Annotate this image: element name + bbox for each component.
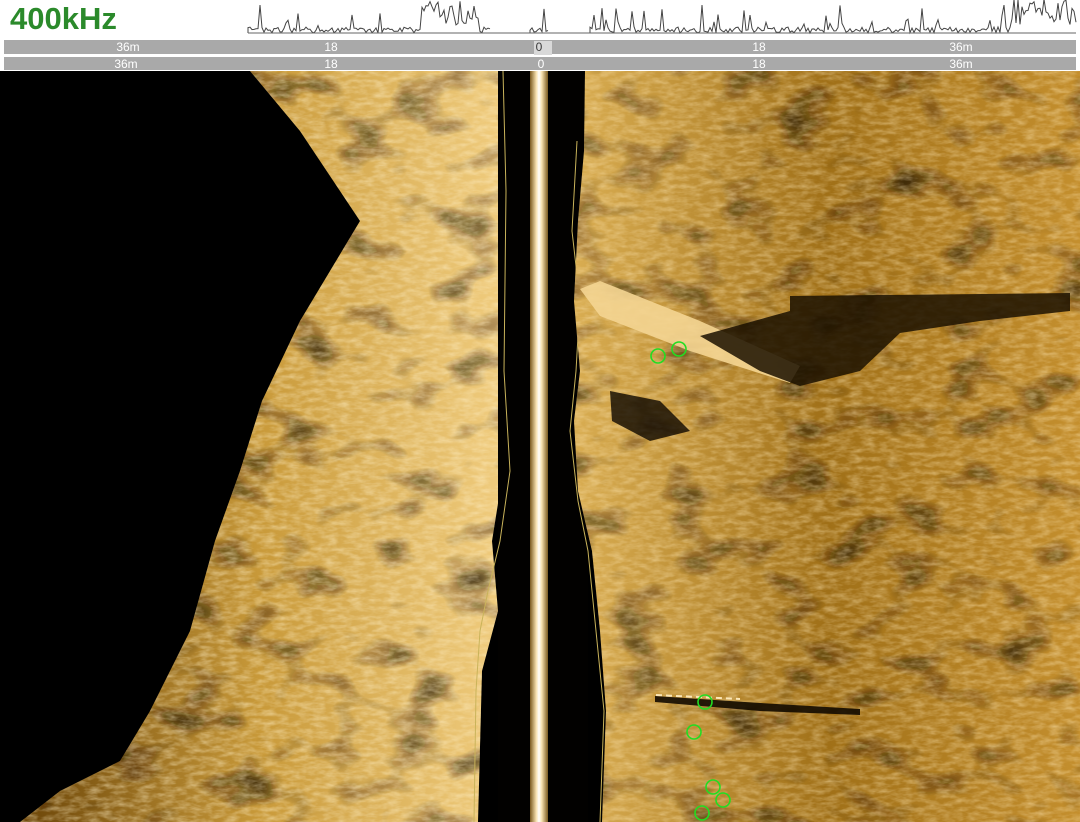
left-water-column [498, 71, 530, 822]
side-scan-sonar-view[interactable] [0, 71, 1080, 822]
nadir-track-line [530, 71, 548, 822]
range-label: 0 [535, 40, 543, 54]
range-label: 18 [324, 57, 338, 71]
range-label: 18 [752, 57, 766, 71]
sonar-image [20, 71, 1080, 822]
range-scale-track: 36m 18 0 18 36m [4, 57, 1076, 71]
waveform-trace [529, 8, 549, 34]
frequency-label: 400kHz [10, 1, 117, 36]
waveform-trace [589, 0, 1077, 35]
range-scale-track: 36m 18 0 18 36m [4, 40, 1076, 55]
range-label: 36m [114, 57, 138, 71]
echo-waveform-strip: 400kHz [0, 0, 1080, 38]
range-scale-top[interactable]: 36m 18 0 18 36m [0, 38, 1080, 55]
range-label: 36m [116, 40, 140, 54]
waveform-trace [247, 0, 491, 34]
range-label: 0 [537, 57, 545, 71]
range-label: 18 [324, 40, 338, 54]
range-label: 36m [949, 57, 973, 71]
range-scale-bottom[interactable]: 36m 18 0 18 36m [0, 55, 1080, 71]
range-label: 18 [752, 40, 766, 54]
range-label: 36m [949, 40, 973, 54]
echo-waveform [247, 0, 1077, 35]
